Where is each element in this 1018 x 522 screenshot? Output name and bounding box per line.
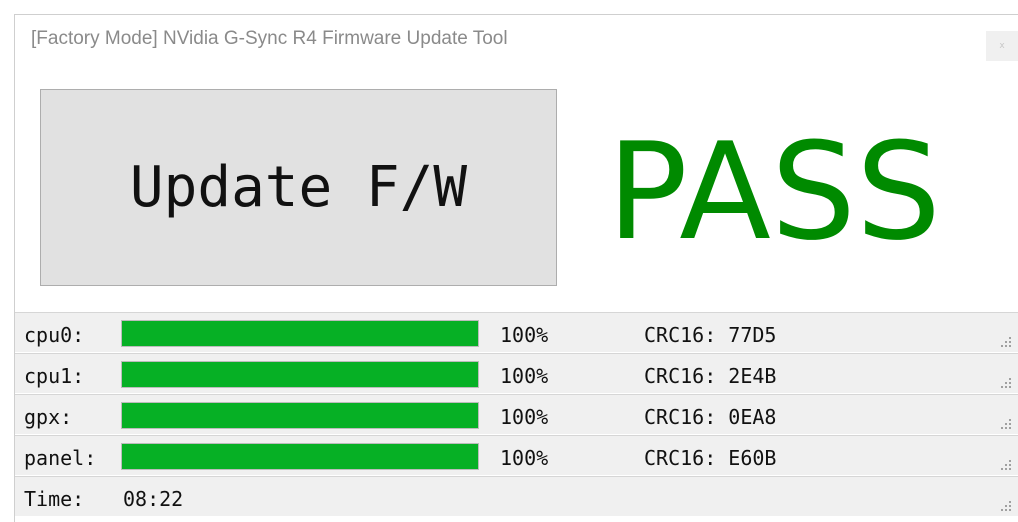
time-label: Time:: [24, 487, 85, 511]
size-grip-icon[interactable]: [1000, 418, 1012, 430]
progress-percent: 100%: [500, 323, 549, 347]
close-button[interactable]: x: [986, 31, 1018, 61]
row-label: gpx:: [24, 405, 73, 429]
progress-row-cpu0: cpu0: 100% CRC16: 77D5: [15, 312, 1018, 352]
app-window: [Factory Mode] NVidia G-Sync R4 Firmware…: [14, 14, 1018, 522]
crc-value: CRC16: 77D5: [644, 323, 777, 347]
time-row: Time: 08:22: [15, 476, 1018, 516]
crc-value: CRC16: 0EA8: [644, 405, 777, 429]
progress-fill: [122, 362, 478, 387]
crc-value: CRC16: E60B: [644, 446, 777, 470]
progress-row-gpx: gpx: 100% CRC16: 0EA8: [15, 394, 1018, 434]
progress-bar: [121, 443, 479, 470]
progress-percent: 100%: [500, 405, 549, 429]
progress-fill: [122, 321, 478, 346]
size-grip-icon[interactable]: [1000, 377, 1012, 389]
row-label: cpu0:: [24, 323, 85, 347]
progress-bar: [121, 361, 479, 388]
progress-percent: 100%: [500, 364, 549, 388]
progress-percent: 100%: [500, 446, 549, 470]
progress-row-cpu1: cpu1: 100% CRC16: 2E4B: [15, 353, 1018, 393]
progress-bar: [121, 402, 479, 429]
time-value: 08:22: [123, 487, 184, 511]
title-bar[interactable]: [Factory Mode] NVidia G-Sync R4 Firmware…: [15, 15, 1018, 65]
progress-row-panel: panel: 100% CRC16: E60B: [15, 435, 1018, 475]
row-label: panel:: [24, 446, 97, 470]
row-label: cpu1:: [24, 364, 85, 388]
update-firmware-button[interactable]: Update F/W: [40, 89, 557, 286]
progress-fill: [122, 444, 478, 469]
status-result-text: PASS: [607, 114, 942, 270]
window-title: [Factory Mode] NVidia G-Sync R4 Firmware…: [31, 28, 508, 49]
crc-value: CRC16: 2E4B: [644, 364, 777, 388]
size-grip-icon[interactable]: [1000, 459, 1012, 471]
size-grip-icon[interactable]: [1000, 336, 1012, 348]
progress-fill: [122, 403, 478, 428]
progress-bar: [121, 320, 479, 347]
size-grip-icon[interactable]: [1000, 500, 1012, 512]
